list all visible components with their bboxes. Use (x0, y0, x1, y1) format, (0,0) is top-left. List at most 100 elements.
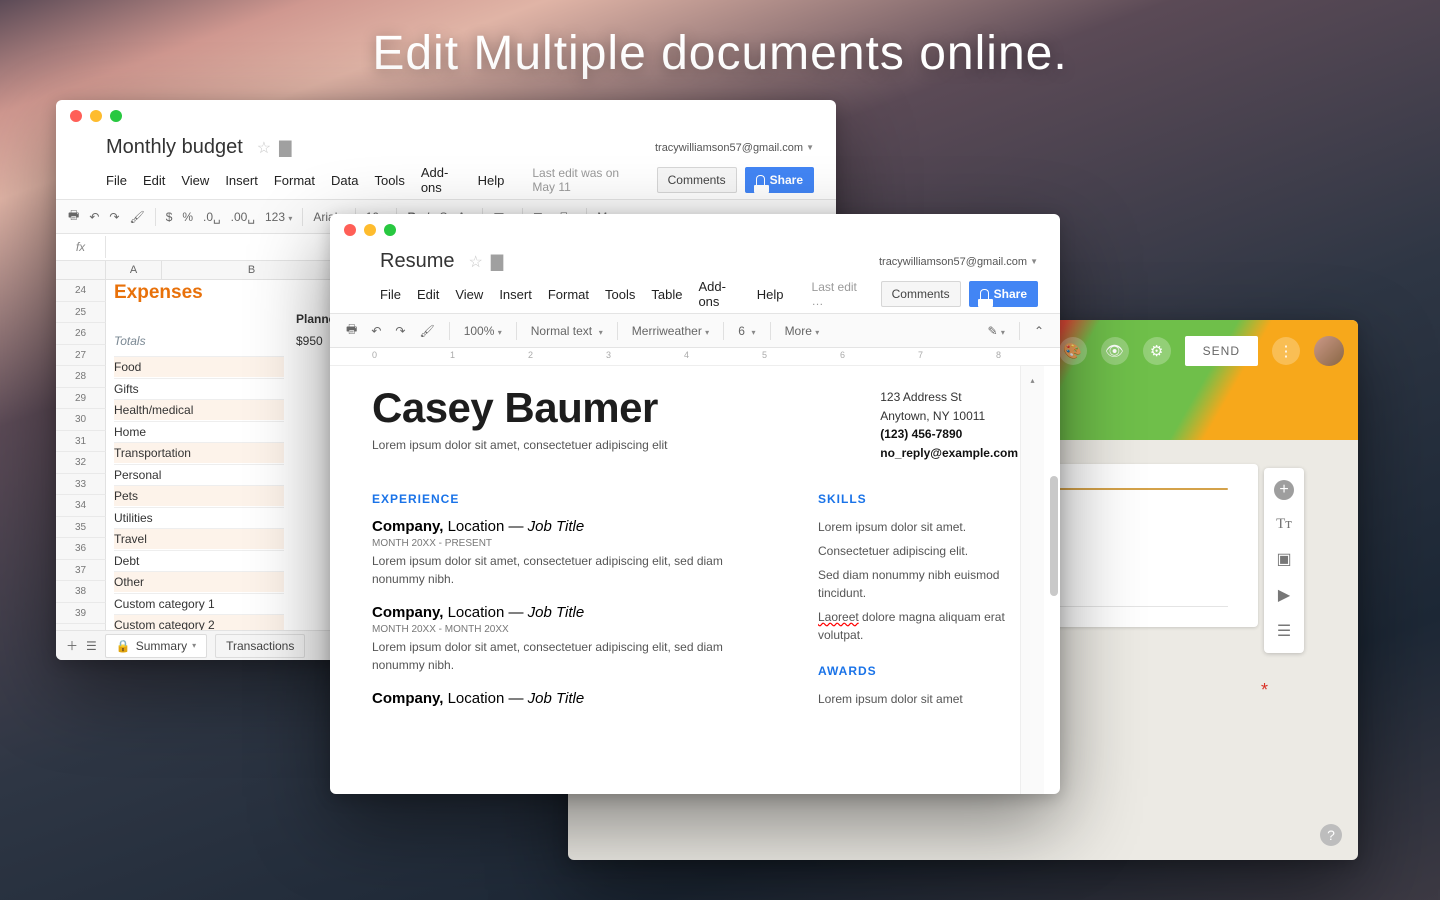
sheet-title[interactable]: Monthly budget (106, 136, 243, 159)
font-size-dropdown[interactable]: 6 ▾ (738, 324, 755, 338)
menu-tools[interactable]: Tools (605, 287, 635, 302)
expense-row-label[interactable]: Personal (114, 464, 284, 485)
expense-row-label[interactable]: Custom category 1 (114, 593, 284, 614)
dec-decimal-icon[interactable]: .0␣ (203, 210, 221, 224)
currency-icon[interactable]: $ (166, 210, 173, 224)
editing-mode-icon[interactable]: ✎ ▾ (988, 324, 1005, 338)
menu-format[interactable]: Format (548, 287, 589, 302)
job-entry: Company, Location — Job Title (372, 690, 758, 707)
expense-row-label[interactable]: Health/medical (114, 399, 284, 420)
undo-icon[interactable]: ↶ (89, 210, 99, 224)
menu-help[interactable]: Help (757, 287, 784, 302)
menu-view[interactable]: View (455, 287, 483, 302)
menu-edit[interactable]: Edit (417, 287, 439, 302)
expense-row-label[interactable]: Other (114, 571, 284, 592)
folder-icon[interactable]: ▇ (279, 138, 291, 158)
sheet-tab-summary[interactable]: 🔒Summary ▾ (105, 634, 207, 658)
expense-row-label[interactable]: Transportation (114, 442, 284, 463)
add-question-icon[interactable]: + (1274, 480, 1294, 500)
inc-decimal-icon[interactable]: .00␣ (231, 210, 255, 224)
menu-table[interactable]: Table (651, 287, 682, 302)
row-headers[interactable]: 2425262728293031323334353637383940 (56, 280, 106, 646)
paint-format-icon[interactable]: 🖌 (129, 210, 144, 224)
menu-file[interactable]: File (380, 287, 401, 302)
job-body: Lorem ipsum dolor sit amet, consectetuer… (372, 552, 758, 588)
print-icon[interactable]: 🖶 (68, 206, 79, 227)
redo-icon[interactable]: ↷ (109, 210, 119, 224)
font-family-dropdown[interactable]: Merriweather ▾ (632, 324, 709, 338)
expense-row-label[interactable]: Gifts (114, 378, 284, 399)
add-image-icon[interactable]: ▣ (1276, 549, 1291, 569)
more-toolbar[interactable]: More ▾ (785, 324, 820, 338)
window-controls[interactable] (344, 224, 396, 236)
docs-toolbar: 🖶 ↶ ↷ 🖌 100% ▾ Normal text ▾ Merriweathe… (330, 313, 1060, 348)
collapse-icon[interactable]: ▴ (1030, 376, 1034, 385)
comments-button[interactable]: Comments (657, 167, 737, 193)
menu-add-ons[interactable]: Add-ons (421, 165, 462, 195)
menu-edit[interactable]: Edit (143, 173, 165, 188)
menu-file[interactable]: File (106, 173, 127, 188)
account-email[interactable]: tracywilliamson57@gmail.com ▼ (879, 256, 1038, 268)
sheet-tab-transactions[interactable]: Transactions (215, 634, 305, 658)
expense-row-label[interactable]: Travel (114, 528, 284, 549)
zoom-dropdown[interactable]: 100% ▾ (464, 324, 502, 338)
add-sheet-icon[interactable]: ＋ (66, 637, 78, 654)
menu-help[interactable]: Help (478, 173, 505, 188)
expense-row-label[interactable]: Utilities (114, 507, 284, 528)
menu-tools[interactable]: Tools (374, 173, 404, 188)
menu-insert[interactable]: Insert (499, 287, 532, 302)
share-button[interactable]: Share (745, 167, 814, 193)
redo-icon[interactable]: ↷ (395, 324, 405, 338)
window-controls[interactable] (70, 110, 122, 122)
palette-icon[interactable]: 🎨 (1059, 337, 1087, 365)
menu-data[interactable]: Data (331, 173, 358, 188)
preview-icon[interactable]: 👁 (1101, 337, 1129, 365)
add-section-icon[interactable]: ☰ (1277, 621, 1291, 641)
more-formats-dropdown[interactable]: 123 ▾ (265, 210, 292, 224)
docs-window: Resume ☆ ▇ tracywilliamson57@gmail.com ▼… (330, 214, 1060, 794)
required-asterisk: * (1261, 680, 1268, 701)
scrollbar-thumb[interactable] (1050, 476, 1058, 596)
folder-icon[interactable]: ▇ (491, 252, 503, 272)
print-icon[interactable]: 🖶 (346, 320, 357, 341)
paint-format-icon[interactable]: 🖌 (419, 324, 434, 338)
expand-icon[interactable]: ⌃ (1034, 324, 1044, 338)
fx-icon: fx (56, 236, 106, 258)
star-icon[interactable]: ☆ (468, 252, 482, 272)
add-title-icon[interactable]: Tᴛ (1276, 516, 1292, 533)
experience-heading: EXPERIENCE (372, 492, 758, 506)
percent-icon[interactable]: % (182, 210, 193, 224)
lock-icon (980, 289, 989, 300)
send-button[interactable]: SEND (1185, 336, 1258, 366)
section-heading: Expenses (114, 282, 203, 304)
contact-block: 123 Address St Anytown, NY 10011 (123) 4… (880, 388, 1018, 462)
last-edit-text: Last edit was on May 11 (532, 166, 640, 194)
ruler[interactable]: 012345678 (330, 348, 1060, 366)
menu-insert[interactable]: Insert (225, 173, 258, 188)
help-icon[interactable]: ? (1320, 824, 1342, 846)
document-page[interactable]: 123 Address St Anytown, NY 10011 (123) 4… (330, 366, 1060, 794)
more-vert-icon[interactable]: ⋮ (1272, 337, 1300, 365)
award-item: Lorem ipsum dolor sit amet (818, 690, 1018, 708)
marketing-headline: Edit Multiple documents online. (0, 26, 1440, 81)
share-button[interactable]: Share (969, 281, 1038, 307)
star-icon[interactable]: ☆ (257, 138, 271, 158)
expense-row-label[interactable]: Debt (114, 550, 284, 571)
all-sheets-icon[interactable]: ☰ (86, 639, 97, 653)
expense-row-label[interactable]: Pets (114, 485, 284, 506)
menu-add-ons[interactable]: Add-ons (698, 279, 740, 309)
menu-view[interactable]: View (181, 173, 209, 188)
style-dropdown[interactable]: Normal text ▾ (531, 324, 603, 338)
settings-gear-icon[interactable]: ⚙ (1143, 337, 1171, 365)
doc-title[interactable]: Resume (380, 250, 454, 273)
comments-button[interactable]: Comments (881, 281, 961, 307)
add-video-icon[interactable]: ▶ (1278, 585, 1290, 605)
expense-row-label[interactable]: Home (114, 421, 284, 442)
lock-icon (756, 175, 765, 186)
expense-row-label[interactable]: Food (114, 356, 284, 377)
menu-format[interactable]: Format (274, 173, 315, 188)
lock-icon: 🔒 (116, 639, 131, 653)
account-email[interactable]: tracywilliamson57@gmail.com ▼ (655, 142, 814, 154)
undo-icon[interactable]: ↶ (371, 324, 381, 338)
user-avatar[interactable] (1314, 336, 1344, 366)
